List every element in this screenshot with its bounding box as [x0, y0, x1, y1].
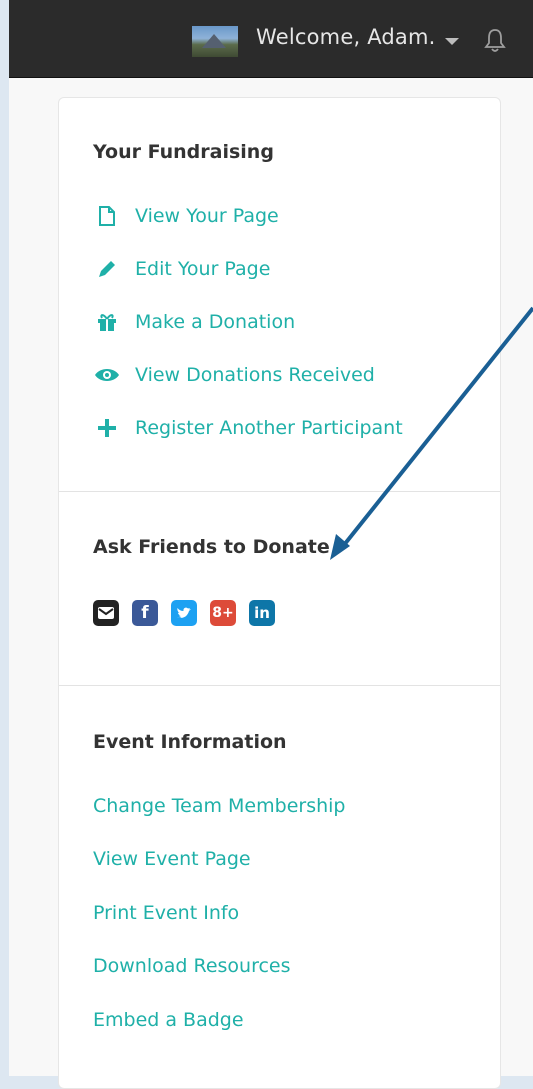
- envelope-icon: [98, 607, 114, 619]
- view-event-page-link[interactable]: View Event Page: [93, 848, 251, 870]
- eye-icon: [93, 364, 121, 386]
- sidebar-panel: Your Fundraising View Your Page Edit You…: [58, 97, 501, 1089]
- make-a-donation-link[interactable]: Make a Donation: [93, 309, 295, 335]
- ask-friends-heading: Ask Friends to Donate: [93, 536, 330, 558]
- your-fundraising-heading: Your Fundraising: [93, 141, 274, 163]
- view-donations-received-label: View Donations Received: [135, 364, 375, 386]
- plus-icon: [93, 417, 121, 439]
- twitter-share-button[interactable]: [171, 600, 197, 626]
- register-another-participant-link[interactable]: Register Another Participant: [93, 415, 403, 441]
- chevron-down-icon[interactable]: [445, 38, 459, 45]
- section-divider: [59, 491, 500, 492]
- facebook-icon: f: [141, 603, 149, 623]
- social-share-buttons: f 8+ in: [93, 600, 275, 626]
- linkedin-icon: in: [254, 604, 270, 622]
- facebook-share-button[interactable]: f: [132, 600, 158, 626]
- avatar[interactable]: [192, 26, 238, 57]
- google-plus-share-button[interactable]: 8+: [210, 600, 236, 626]
- google-plus-icon: 8+: [212, 605, 234, 621]
- embed-a-badge-link[interactable]: Embed a Badge: [93, 1009, 244, 1031]
- pencil-icon: [93, 258, 121, 280]
- welcome-user-menu[interactable]: Welcome, Adam.: [256, 25, 436, 49]
- bell-icon[interactable]: [481, 26, 509, 54]
- change-team-membership-link[interactable]: Change Team Membership: [93, 795, 345, 817]
- event-information-heading: Event Information: [93, 731, 287, 753]
- view-your-page-link[interactable]: View Your Page: [93, 203, 279, 229]
- top-navigation-bar: Welcome, Adam.: [9, 0, 533, 78]
- view-donations-received-link[interactable]: View Donations Received: [93, 362, 375, 388]
- file-icon: [93, 205, 121, 227]
- twitter-icon: [177, 607, 191, 618]
- view-your-page-label: View Your Page: [135, 205, 279, 227]
- linkedin-share-button[interactable]: in: [249, 600, 275, 626]
- register-another-participant-label: Register Another Participant: [135, 417, 403, 439]
- email-share-button[interactable]: [93, 600, 119, 626]
- print-event-info-link[interactable]: Print Event Info: [93, 902, 239, 924]
- edit-your-page-link[interactable]: Edit Your Page: [93, 256, 270, 282]
- make-a-donation-label: Make a Donation: [135, 311, 296, 333]
- download-resources-link[interactable]: Download Resources: [93, 955, 291, 977]
- gift-icon: [93, 311, 121, 333]
- section-divider: [59, 685, 500, 686]
- edit-your-page-label: Edit Your Page: [135, 258, 271, 280]
